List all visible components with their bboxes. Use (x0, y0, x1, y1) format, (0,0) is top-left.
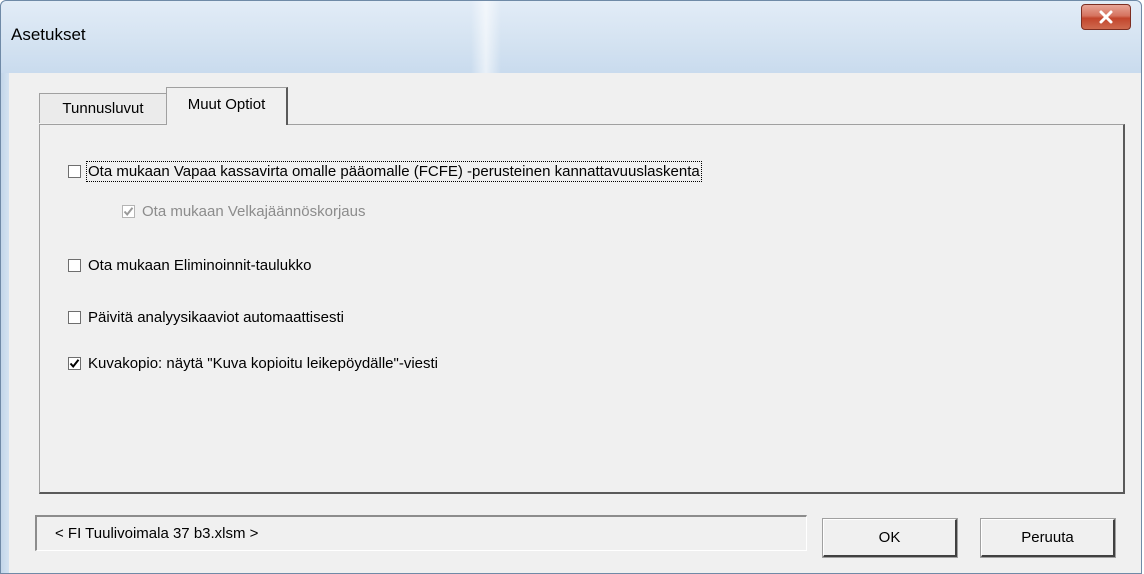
eliminoinnit-checkbox[interactable] (68, 259, 81, 272)
settings-dialog: Asetukset Tunnusluvut Muut Optiot Ota mu… (0, 0, 1142, 574)
close-button[interactable] (1081, 4, 1131, 30)
cancel-button-label: Peruuta (1021, 529, 1074, 546)
kuvakopio-checkbox[interactable] (68, 357, 81, 370)
ok-button-label: OK (878, 529, 901, 546)
option-kuvakopio[interactable]: Kuvakopio: näytä "Kuva kopioitu leikepöy… (68, 355, 438, 372)
velkajaannoskorjaus-checkbox (122, 205, 135, 218)
option-label: Kuvakopio: näytä "Kuva kopioitu leikepöy… (88, 355, 439, 372)
tab-panel-muut-optiot: Ota mukaan Vapaa kassavirta omalle pääom… (39, 124, 1125, 494)
tab-tunnusluvut[interactable]: Tunnusluvut (39, 93, 167, 123)
dialog-client-area: Tunnusluvut Muut Optiot Ota mukaan Vapaa… (9, 73, 1141, 573)
paivita-checkbox[interactable] (68, 311, 81, 324)
option-velkajaannoskorjaus: Ota mukaan Velkajäännöskorjaus (122, 203, 365, 220)
option-eliminoinnit[interactable]: Ota mukaan Eliminoinnit-taulukko (68, 257, 311, 274)
window-title: Asetukset (11, 25, 86, 44)
fcfe-checkbox[interactable] (68, 165, 81, 178)
title-bar[interactable]: Asetukset (1, 1, 1141, 73)
option-fcfe[interactable]: Ota mukaan Vapaa kassavirta omalle pääom… (68, 161, 702, 182)
file-status-text: < FI Tuulivoimala 37 b3.xlsm > (55, 525, 259, 542)
close-icon (1099, 10, 1113, 24)
checkmark-icon (69, 359, 80, 369)
option-label: Päivitä analyysikaaviot automaattisesti (88, 309, 344, 326)
tab-muut-optiot[interactable]: Muut Optiot (166, 87, 288, 125)
ok-button[interactable]: OK (822, 518, 958, 558)
title-bar-highlight (471, 1, 501, 73)
cancel-button[interactable]: Peruuta (980, 518, 1116, 558)
file-status-field: < FI Tuulivoimala 37 b3.xlsm > (35, 515, 807, 551)
checkmark-icon (123, 207, 134, 217)
tab-label: Tunnusluvut (62, 100, 144, 117)
window-frame-left (1, 73, 9, 573)
option-label: Ota mukaan Velkajäännöskorjaus (142, 203, 366, 220)
option-label: Ota mukaan Eliminoinnit-taulukko (88, 257, 312, 274)
option-paivita-analyysikaaviot[interactable]: Päivitä analyysikaaviot automaattisesti (68, 309, 344, 326)
tab-label: Muut Optiot (187, 96, 266, 113)
option-label: Ota mukaan Vapaa kassavirta omalle pääom… (86, 161, 702, 182)
